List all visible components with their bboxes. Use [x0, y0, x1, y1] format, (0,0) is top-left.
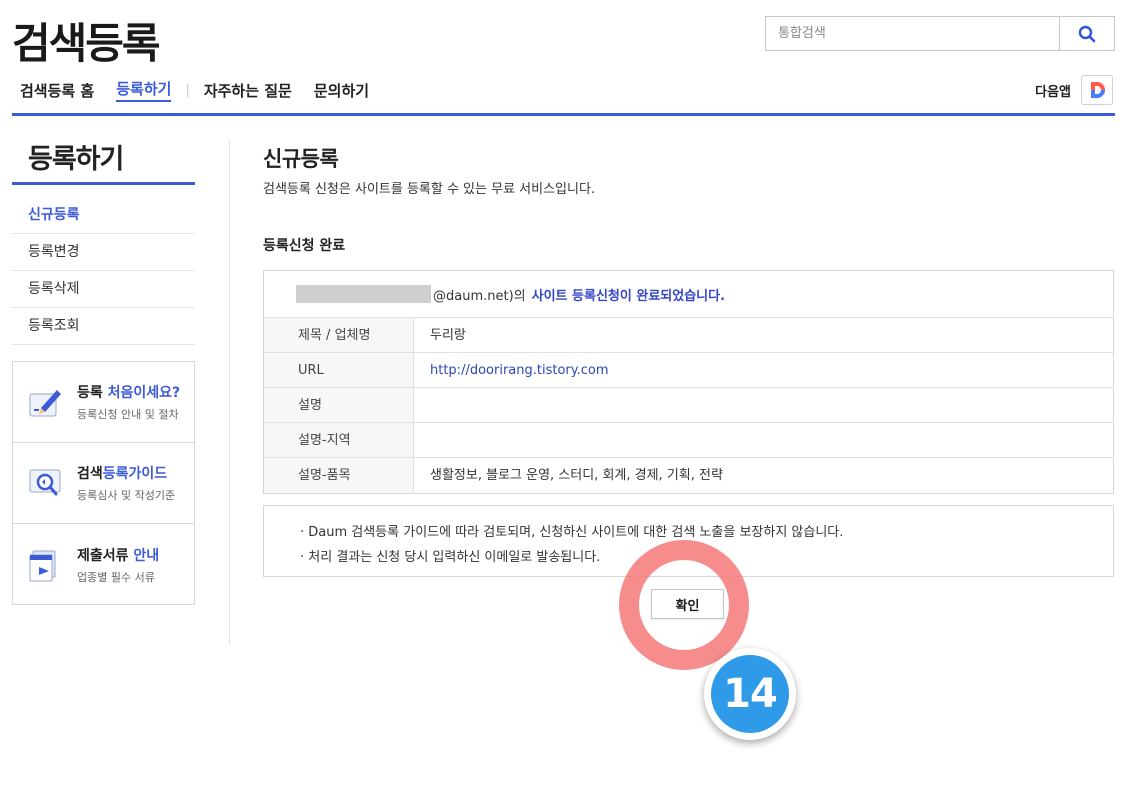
section-title: 등록신청 완료: [263, 238, 346, 254]
result-done-text: 사이트 등록신청이 완료되었습니다.: [531, 288, 726, 304]
step-number: 14: [711, 655, 789, 733]
sidebar-menu: 신규등록 등록변경 등록삭제 등록조회: [12, 197, 195, 345]
row-label-items: 설명-품목: [264, 458, 414, 493]
table-row: 설명: [264, 388, 1113, 423]
guide-card-documents[interactable]: 제출서류 안내 업종별 필수 서류: [13, 524, 194, 605]
nav-home[interactable]: 검색등록 홈: [20, 80, 94, 101]
row-label-region: 설명-지역: [264, 423, 414, 457]
result-table: @daum.net)의 사이트 등록신청이 완료되었습니다. 제목 / 업체명 …: [263, 270, 1114, 494]
daum-app-label: 다음앱: [1035, 84, 1071, 100]
search-button[interactable]: [1059, 17, 1114, 50]
sidebar-item-lookup[interactable]: 등록조회: [12, 308, 195, 345]
guide-card-first-time-title-a: 등록: [77, 385, 108, 401]
nav-contact[interactable]: 문의하기: [314, 80, 369, 101]
row-label-url: URL: [264, 353, 414, 387]
sidebar-guide-box: 등록 처음이세요? 등록신청 안내 및 절차 검색등록가이드 등록심사 및 작성…: [12, 361, 195, 605]
sidebar-item-change[interactable]: 등록변경: [12, 234, 195, 271]
row-value-region: [414, 423, 1113, 457]
guide-card-registration-guide-title-a: 검색: [77, 466, 103, 482]
table-row: 설명-지역: [264, 423, 1113, 458]
guide-card-registration-guide[interactable]: 검색등록가이드 등록심사 및 작성기준: [13, 443, 194, 524]
page-description: 검색등록 신청은 사이트를 등록할 수 있는 무료 서비스입니다.: [263, 182, 596, 197]
sidebar-divider: [12, 182, 195, 185]
pencil-icon: [29, 390, 61, 417]
nav-divider: [12, 113, 1115, 116]
row-value-items: 생활정보, 블로그 운영, 스터디, 회계, 경제, 기획, 전략: [430, 468, 723, 483]
table-row: 제목 / 업체명 두리랑: [264, 318, 1113, 353]
sidebar-title: 등록하기: [28, 144, 124, 175]
search-icon: [1078, 25, 1096, 42]
content-divider: [229, 140, 230, 645]
nav-faq[interactable]: 자주하는 질문: [204, 80, 292, 101]
guide-card-registration-guide-title-b: 등록가이드: [102, 466, 168, 482]
nav-register[interactable]: 등록하기: [116, 78, 172, 102]
row-label-title: 제목 / 업체명: [264, 318, 414, 352]
nav-separator: |: [185, 82, 190, 98]
table-row: 설명-품목 생활정보, 블로그 운영, 스터디, 회계, 경제, 기획, 전략: [264, 458, 1113, 493]
guide-card-documents-sub: 업종별 필수 서류: [77, 570, 155, 584]
documents-icon: [29, 550, 56, 581]
guide-card-first-time[interactable]: 등록 처음이세요? 등록신청 안내 및 절차: [13, 362, 194, 443]
row-value-title: 두리랑: [430, 328, 466, 343]
result-email-suffix: @daum.net)의: [433, 288, 526, 304]
row-value-description: [414, 388, 1113, 422]
daum-app-link[interactable]: 다음앱: [1035, 75, 1113, 105]
guide-card-documents-title-b: 안내: [133, 547, 160, 564]
page-title: 신규등록: [263, 147, 339, 171]
guide-card-first-time-sub: 등록신청 안내 및 절차: [77, 408, 179, 421]
masked-email: [296, 285, 431, 303]
daum-logo-icon: [1081, 75, 1113, 105]
notice-box: · Daum 검색등록 가이드에 따라 검토되며, 신청하신 사이트에 대한 검…: [263, 505, 1114, 577]
site-logo[interactable]: 검색등록: [12, 10, 161, 71]
sidebar-item-delete[interactable]: 등록삭제: [12, 271, 195, 308]
result-message: @daum.net)의 사이트 등록신청이 완료되었습니다.: [264, 271, 1113, 318]
guide-card-first-time-title-b: 처음이세요?: [107, 385, 181, 401]
guide-card-registration-guide-sub: 등록심사 및 작성기준: [77, 489, 176, 502]
guide-card-documents-title-a: 제출서류: [77, 547, 134, 564]
confirm-button[interactable]: 확인: [651, 589, 724, 619]
sidebar-item-new[interactable]: 신규등록: [12, 197, 195, 234]
search-box: [765, 16, 1115, 51]
notice-line-2: · 처리 결과는 신청 당시 입력하신 이메일로 발송됩니다.: [300, 550, 601, 565]
table-row: URL http://doorirang.tistory.com: [264, 353, 1113, 388]
search-input[interactable]: [766, 17, 1059, 50]
row-label-description: 설명: [264, 388, 414, 422]
top-navigation: 검색등록 홈 등록하기 | 자주하는 질문 문의하기: [20, 78, 391, 102]
step-badge: 14: [704, 648, 796, 740]
magnifier-guide-icon: [29, 469, 61, 496]
notice-line-1: · Daum 검색등록 가이드에 따라 검토되며, 신청하신 사이트에 대한 검…: [300, 525, 844, 540]
row-value-url-link[interactable]: http://doorirang.tistory.com: [414, 353, 1113, 387]
